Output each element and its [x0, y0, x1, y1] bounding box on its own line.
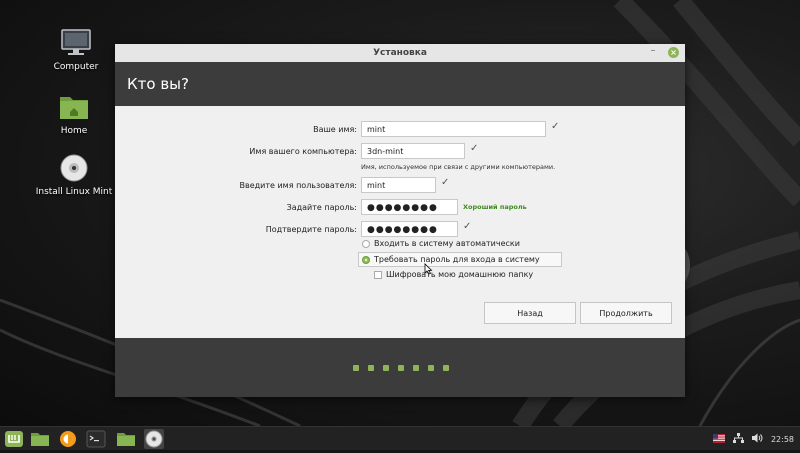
- require-password-radio[interactable]: [362, 255, 370, 264]
- username-label: Введите имя пользователя:: [239, 181, 358, 190]
- username-field[interactable]: mint: [361, 177, 436, 193]
- progress-step-dot: [398, 365, 404, 371]
- terminal-icon[interactable]: [86, 429, 106, 449]
- desktop-icon-label: Computer: [53, 62, 99, 72]
- password-label: Задайте пароль:: [286, 203, 357, 212]
- minimize-button[interactable]: –: [647, 45, 659, 57]
- continue-button[interactable]: Продолжить: [580, 302, 672, 324]
- name-label: Ваше имя:: [313, 125, 357, 134]
- window-titlebar[interactable]: Установка – ×: [115, 44, 685, 62]
- password-field[interactable]: ●●●●●●●●: [361, 199, 458, 215]
- progress-step-dot: [443, 365, 449, 371]
- auto-login-radio[interactable]: [362, 239, 370, 248]
- progress-step-dot: [368, 365, 374, 371]
- volume-icon[interactable]: [751, 433, 763, 445]
- computer-name-check-icon: ✓: [470, 143, 479, 154]
- desktop-icon-install[interactable]: Install Linux Mint: [24, 153, 124, 197]
- name-field[interactable]: mint: [361, 121, 546, 137]
- network-icon[interactable]: [732, 433, 744, 445]
- computer-name-hint: Имя, используемое при связи с другими ко…: [361, 163, 556, 171]
- name-check-icon: ✓: [551, 121, 560, 132]
- username-check-icon: ✓: [441, 177, 450, 188]
- taskbar: 22:58: [0, 426, 800, 450]
- confirm-check-icon: ✓: [463, 221, 472, 232]
- confirm-password-field[interactable]: ●●●●●●●●: [361, 221, 458, 237]
- encrypt-home-option[interactable]: Шифровать мою домашнюю папку: [374, 270, 533, 279]
- progress-step-dot: [413, 365, 419, 371]
- progress-step-dot: [353, 365, 359, 371]
- firefox-icon[interactable]: [58, 429, 78, 449]
- folder-icon[interactable]: [116, 429, 136, 449]
- password-strength: Хороший пароль: [463, 203, 527, 211]
- desktop-icon-label: Install Linux Mint: [35, 187, 113, 197]
- desktop-icon-computer[interactable]: Computer: [26, 28, 126, 72]
- computer-name-label: Имя вашего компьютера:: [249, 147, 357, 156]
- computer-icon: [59, 28, 93, 58]
- back-button[interactable]: Назад: [484, 302, 576, 324]
- user-form: Ваше имя: mint ✓ Имя вашего компьютера: …: [115, 106, 685, 338]
- flag-icon[interactable]: [712, 433, 725, 445]
- desktop-icon-label: Home: [60, 126, 88, 136]
- clock[interactable]: 22:58: [771, 435, 794, 444]
- home-folder-icon: [57, 92, 91, 122]
- mouse-cursor-icon: [424, 263, 433, 275]
- desktop-icon-home[interactable]: Home: [24, 92, 124, 136]
- disc-icon[interactable]: [144, 429, 164, 449]
- auto-login-label: Входить в систему автоматически: [374, 239, 520, 248]
- installer-footer: [115, 338, 685, 397]
- progress-dots: [353, 365, 458, 371]
- require-password-label: Требовать пароль для входа в систему: [374, 255, 540, 264]
- confirm-password-label: Подтвердите пароль:: [265, 225, 357, 234]
- progress-step-dot: [383, 365, 389, 371]
- progress-step-dot: [428, 365, 434, 371]
- encrypt-home-checkbox[interactable]: [374, 270, 382, 279]
- page-title: Кто вы?: [115, 62, 685, 106]
- installer-window: Установка – × Кто вы? Ваше имя: mint ✓ И…: [115, 44, 685, 397]
- encrypt-home-label: Шифровать мою домашнюю папку: [386, 270, 534, 279]
- auto-login-option[interactable]: Входить в систему автоматически: [362, 239, 520, 248]
- computer-name-field[interactable]: 3dn-mint: [361, 143, 465, 159]
- window-title: Установка: [373, 48, 427, 58]
- files-icon[interactable]: [30, 429, 50, 449]
- system-tray: 22:58: [705, 427, 794, 451]
- require-password-option[interactable]: Требовать пароль для входа в систему: [362, 255, 540, 264]
- menu-icon[interactable]: [4, 429, 24, 449]
- disc-icon: [57, 153, 91, 183]
- close-button[interactable]: ×: [668, 47, 679, 58]
